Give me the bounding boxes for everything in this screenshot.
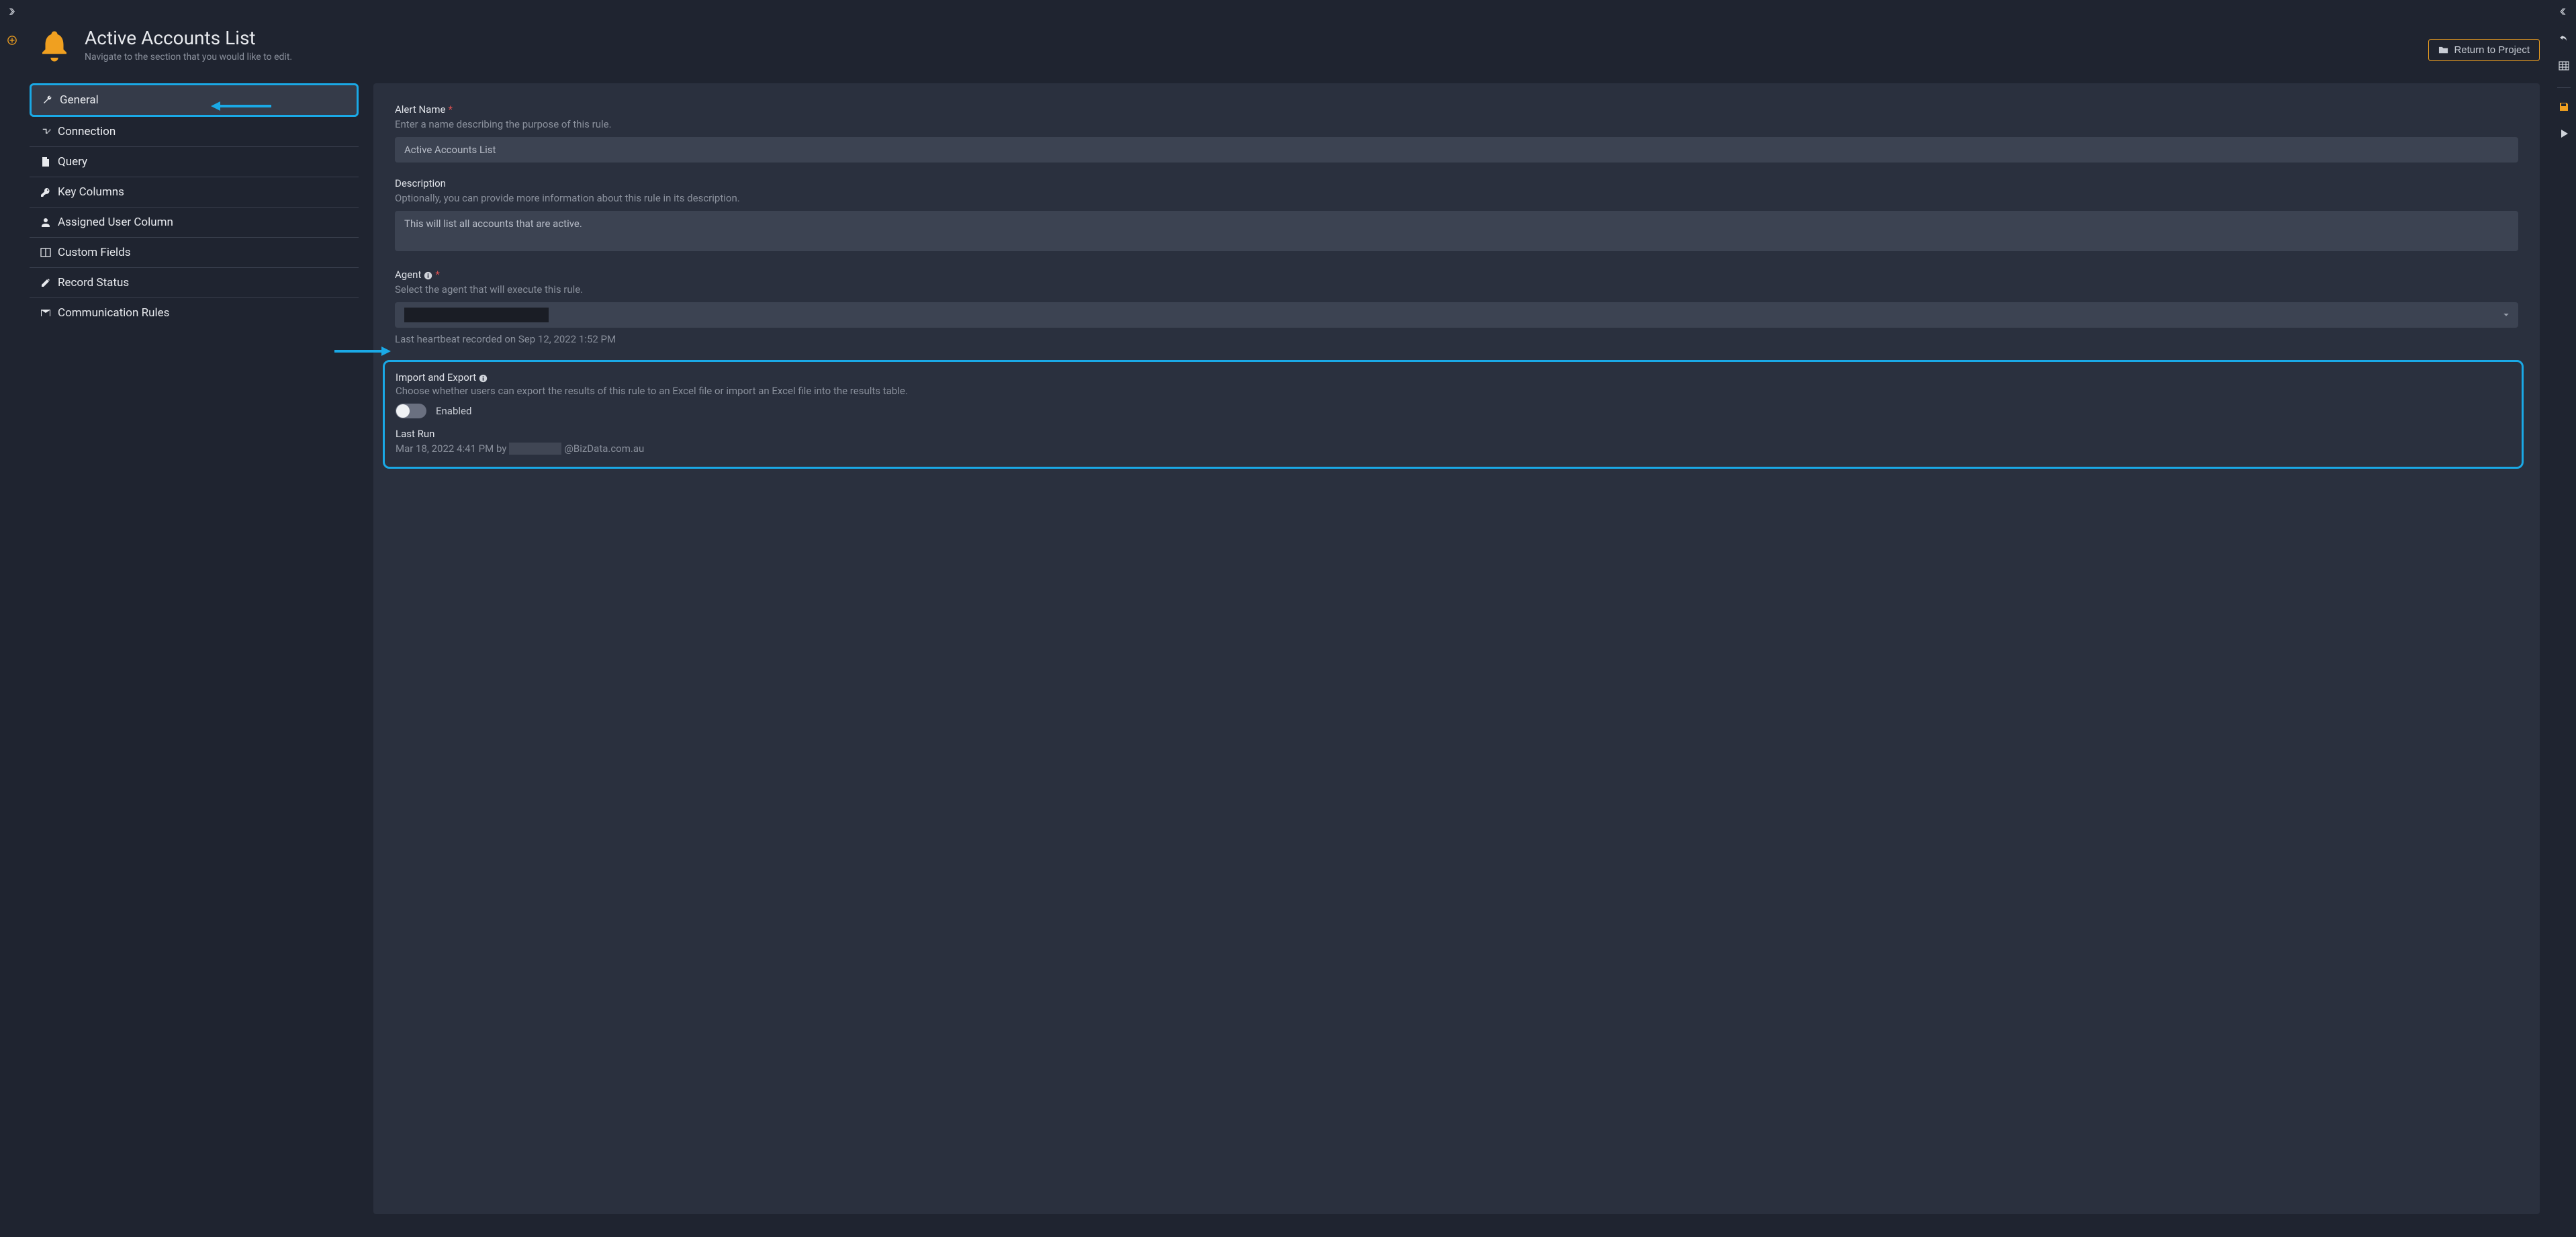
nav-key-columns[interactable]: Key Columns (30, 177, 359, 208)
last-run-user-redacted (509, 443, 561, 455)
info-icon[interactable] (424, 269, 432, 281)
undo-icon[interactable] (2559, 34, 2569, 47)
expand-right-icon[interactable] (7, 7, 17, 20)
nav-label: Key Columns (58, 185, 124, 199)
alert-name-help: Enter a name describing the purpose of t… (395, 118, 2518, 130)
bell-icon (36, 28, 73, 64)
save-icon[interactable] (2559, 101, 2569, 115)
plug-icon (40, 126, 51, 137)
description-input[interactable] (395, 211, 2518, 251)
edit-icon (40, 277, 51, 288)
nav-custom-fields[interactable]: Custom Fields (30, 238, 359, 268)
nav-label: Record Status (58, 276, 129, 289)
add-icon[interactable] (7, 35, 17, 48)
alert-name-input[interactable] (395, 137, 2518, 163)
description-label: Description (395, 177, 446, 189)
last-run-label: Last Run (396, 428, 434, 440)
user-icon (40, 217, 51, 228)
nav-communication-rules[interactable]: Communication Rules (30, 298, 359, 328)
agent-label: Agent (395, 269, 421, 281)
form-panel: Alert Name * Enter a name describing the… (373, 83, 2540, 1214)
play-icon[interactable] (2559, 128, 2569, 142)
folder-icon (2438, 45, 2448, 55)
file-icon (40, 156, 51, 167)
import-export-label: Import and Export (396, 371, 476, 383)
page-title: Active Accounts List (85, 27, 292, 49)
nav-connection[interactable]: Connection (30, 117, 359, 147)
field-agent: Agent * Select the agent that will execu… (395, 269, 2518, 345)
key-icon (40, 187, 51, 197)
return-to-project-button[interactable]: Return to Project (2428, 39, 2540, 61)
nav-label: Communication Rules (58, 306, 169, 320)
grid-icon[interactable] (2559, 60, 2569, 74)
chevron-down-icon (2502, 309, 2510, 322)
alert-name-label: Alert Name (395, 103, 445, 116)
page-subtitle: Navigate to the section that you would l… (85, 52, 292, 62)
import-export-help: Choose whether users can export the resu… (396, 385, 2511, 397)
envelope-icon (40, 308, 51, 318)
nav-label: Custom Fields (58, 246, 130, 259)
info-icon[interactable] (479, 371, 488, 383)
wrench-icon (42, 95, 53, 105)
last-run-value: Mar 18, 2022 4:41 PM by @BizData.com.au (396, 443, 2511, 455)
columns-icon (40, 247, 51, 258)
import-export-highlight: Import and Export Choose whether users c… (383, 360, 2524, 469)
field-alert-name: Alert Name * Enter a name describing the… (395, 103, 2518, 163)
nav-label: Connection (58, 125, 116, 138)
nav-assigned-user[interactable]: Assigned User Column (30, 208, 359, 238)
agent-help: Select the agent that will execute this … (395, 283, 2518, 295)
field-description: Description Optionally, you can provide … (395, 177, 2518, 254)
nav-record-status[interactable]: Record Status (30, 268, 359, 298)
return-to-project-label: Return to Project (2454, 44, 2530, 56)
nav-query[interactable]: Query (30, 147, 359, 177)
import-export-toggle[interactable] (396, 404, 426, 418)
agent-heartbeat: Last heartbeat recorded on Sep 12, 2022 … (395, 333, 2518, 345)
toggle-enabled-label: Enabled (436, 405, 471, 417)
nav-general[interactable]: General (30, 83, 359, 117)
required-marker: * (435, 269, 439, 281)
agent-value-redacted (404, 308, 549, 322)
nav-label: Query (58, 155, 87, 169)
arrow-annotation-import (334, 345, 391, 358)
collapse-left-icon[interactable] (2559, 7, 2569, 20)
arrow-annotation-general (211, 99, 271, 113)
agent-select[interactable] (395, 302, 2518, 328)
required-marker: * (448, 103, 452, 116)
section-nav: General Connection Query Key Columns Ass… (30, 83, 359, 1214)
description-help: Optionally, you can provide more informa… (395, 192, 2518, 204)
nav-label: General (60, 93, 99, 107)
nav-label: Assigned User Column (58, 216, 173, 229)
